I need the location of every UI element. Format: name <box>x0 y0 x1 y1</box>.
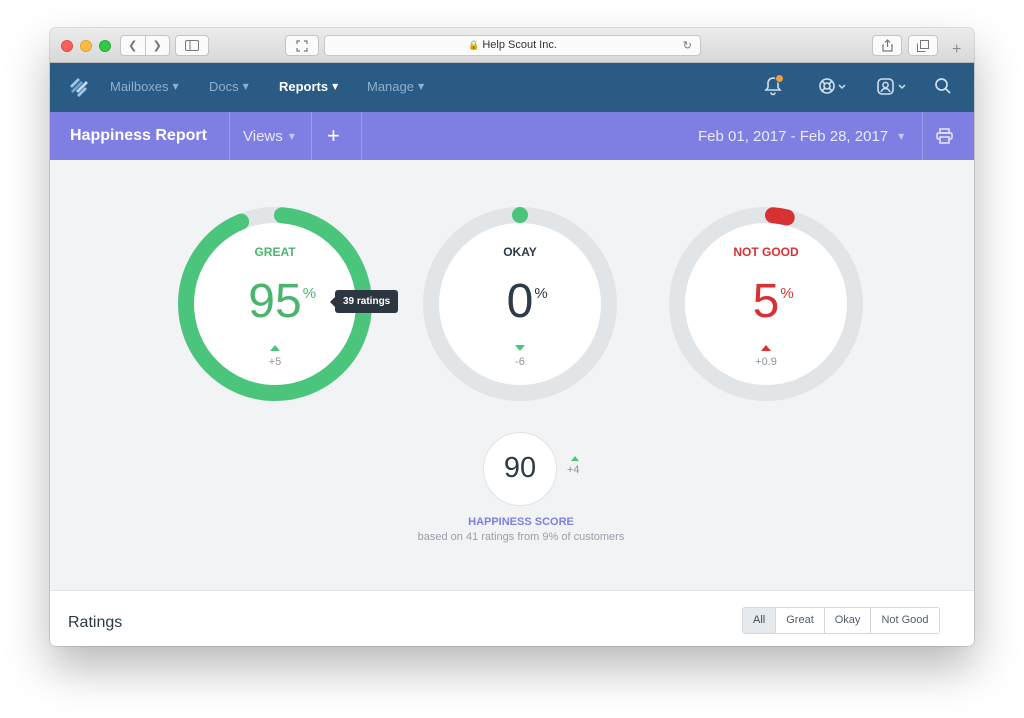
views-label: Views <box>243 128 283 145</box>
nav-docs-label: Docs <box>209 79 239 94</box>
back-icon[interactable]: ❮ <box>121 36 146 55</box>
filter-great[interactable]: Great <box>775 608 824 633</box>
gauge-delta: +0.9 <box>755 356 777 368</box>
fullscreen-icon[interactable] <box>285 35 319 56</box>
happiness-score-subtitle: based on 41 ratings from 9% of customers <box>417 531 625 543</box>
date-range-picker[interactable]: Feb 01, 2017 - Feb 28, 2017 ▼ <box>698 128 904 145</box>
gauge-value: 0% <box>422 272 618 332</box>
gauge-delta: -6 <box>515 356 525 368</box>
nav-reports-label: Reports <box>279 79 329 94</box>
filter-not-good[interactable]: Not Good <box>870 608 939 633</box>
chevron-down-icon: ▼ <box>242 82 249 91</box>
chevron-down-icon: ▼ <box>417 82 425 91</box>
gauge-unit: % <box>780 285 794 302</box>
gauge-number: 95 <box>248 275 302 328</box>
nav-manage-label: Manage <box>367 79 414 94</box>
ratings-filter: All Great Okay Not Good <box>742 607 940 634</box>
gauge-okay[interactable]: OKAY 0% -6 <box>422 206 618 402</box>
new-tab-icon[interactable]: + <box>952 42 961 58</box>
gauge-unit: % <box>534 285 548 302</box>
report-title: Happiness Report <box>70 127 207 144</box>
filter-all[interactable]: All <box>743 608 776 633</box>
helpscout-logo[interactable] <box>68 77 90 97</box>
gauge-not-good[interactable]: NOT GOOD 5% +0.9 <box>668 206 864 402</box>
history-nav: ❮ ❯ <box>120 35 170 56</box>
trend-up-icon <box>571 456 579 461</box>
chevron-down-icon: ▼ <box>288 132 295 141</box>
address-bar[interactable]: 🔒 Help Scout Inc. ↻ <box>324 35 701 56</box>
chevron-down-icon: ▼ <box>332 82 339 91</box>
help-icon[interactable] <box>818 76 848 96</box>
happiness-score-label: HAPPINESS SCORE <box>468 516 574 528</box>
browser-window: ❮ ❯ 🔒 Help Scout Inc. ↻ + Mailboxes ▼ Do… <box>50 28 974 646</box>
chevron-down-icon: ▼ <box>172 82 179 91</box>
trend-arrow-icon <box>761 345 771 351</box>
nav-docs[interactable]: Docs ▼ <box>209 79 249 94</box>
divider <box>311 112 312 160</box>
print-icon[interactable] <box>936 128 953 149</box>
filter-okay[interactable]: Okay <box>823 608 871 633</box>
gauge-number: 0 <box>506 275 534 328</box>
happiness-score-value: 90 <box>483 432 557 506</box>
ratings-section: Ratings All Great Okay Not Good <box>50 590 974 646</box>
date-range-text: Feb 01, 2017 - Feb 28, 2017 <box>698 128 889 145</box>
ratings-title: Ratings <box>68 614 123 631</box>
gauge-unit: % <box>302 285 317 302</box>
nav-manage[interactable]: Manage ▼ <box>367 79 424 94</box>
gauge-number: 5 <box>752 275 780 328</box>
views-dropdown[interactable]: Views ▼ <box>243 128 295 145</box>
divider <box>229 112 230 160</box>
reload-icon[interactable]: ↻ <box>683 36 692 55</box>
add-view-button[interactable]: + <box>327 123 340 149</box>
close-window-button[interactable] <box>61 40 73 52</box>
gauge-delta: +5 <box>268 356 282 368</box>
happiness-overview: GREAT 95% +5 39 ratings OKAY 0% -6 NOT G… <box>50 160 974 590</box>
report-header: Happiness Report Views ▼ + Feb 01, 2017 -… <box>50 112 974 160</box>
trend-arrow-icon <box>270 345 280 351</box>
gauge-label: GREAT <box>254 245 296 259</box>
nav-mailboxes[interactable]: Mailboxes ▼ <box>110 79 179 94</box>
forward-icon[interactable]: ❯ <box>146 36 170 55</box>
nav-reports[interactable]: Reports ▼ <box>279 79 338 94</box>
app-navigation: Mailboxes ▼ Docs ▼ Reports ▼ Manage ▼ <box>50 63 974 112</box>
gauge-label: OKAY <box>503 245 537 259</box>
sidebar-icon[interactable] <box>175 35 209 56</box>
gauge-value: 5% <box>668 272 864 332</box>
zoom-window-button[interactable] <box>99 40 111 52</box>
nav-mailboxes-label: Mailboxes <box>110 79 169 94</box>
divider <box>922 112 923 160</box>
happiness-score-delta: +4 <box>567 464 580 476</box>
notification-badge <box>775 74 784 83</box>
trend-arrow-icon <box>515 345 525 351</box>
divider <box>361 112 362 160</box>
search-icon[interactable] <box>934 76 952 96</box>
tabs-icon[interactable] <box>908 35 938 56</box>
lock-icon: 🔒 <box>468 40 480 50</box>
profile-icon[interactable] <box>876 76 908 96</box>
address-text: Help Scout Inc. <box>482 39 557 51</box>
chevron-down-icon: ▼ <box>898 132 905 141</box>
share-icon[interactable] <box>872 35 902 56</box>
gauge-label: NOT GOOD <box>733 245 799 259</box>
ratings-tooltip: 39 ratings <box>329 290 399 313</box>
browser-toolbar: ❮ ❯ 🔒 Help Scout Inc. ↻ + <box>50 28 974 63</box>
minimize-window-button[interactable] <box>80 40 92 52</box>
